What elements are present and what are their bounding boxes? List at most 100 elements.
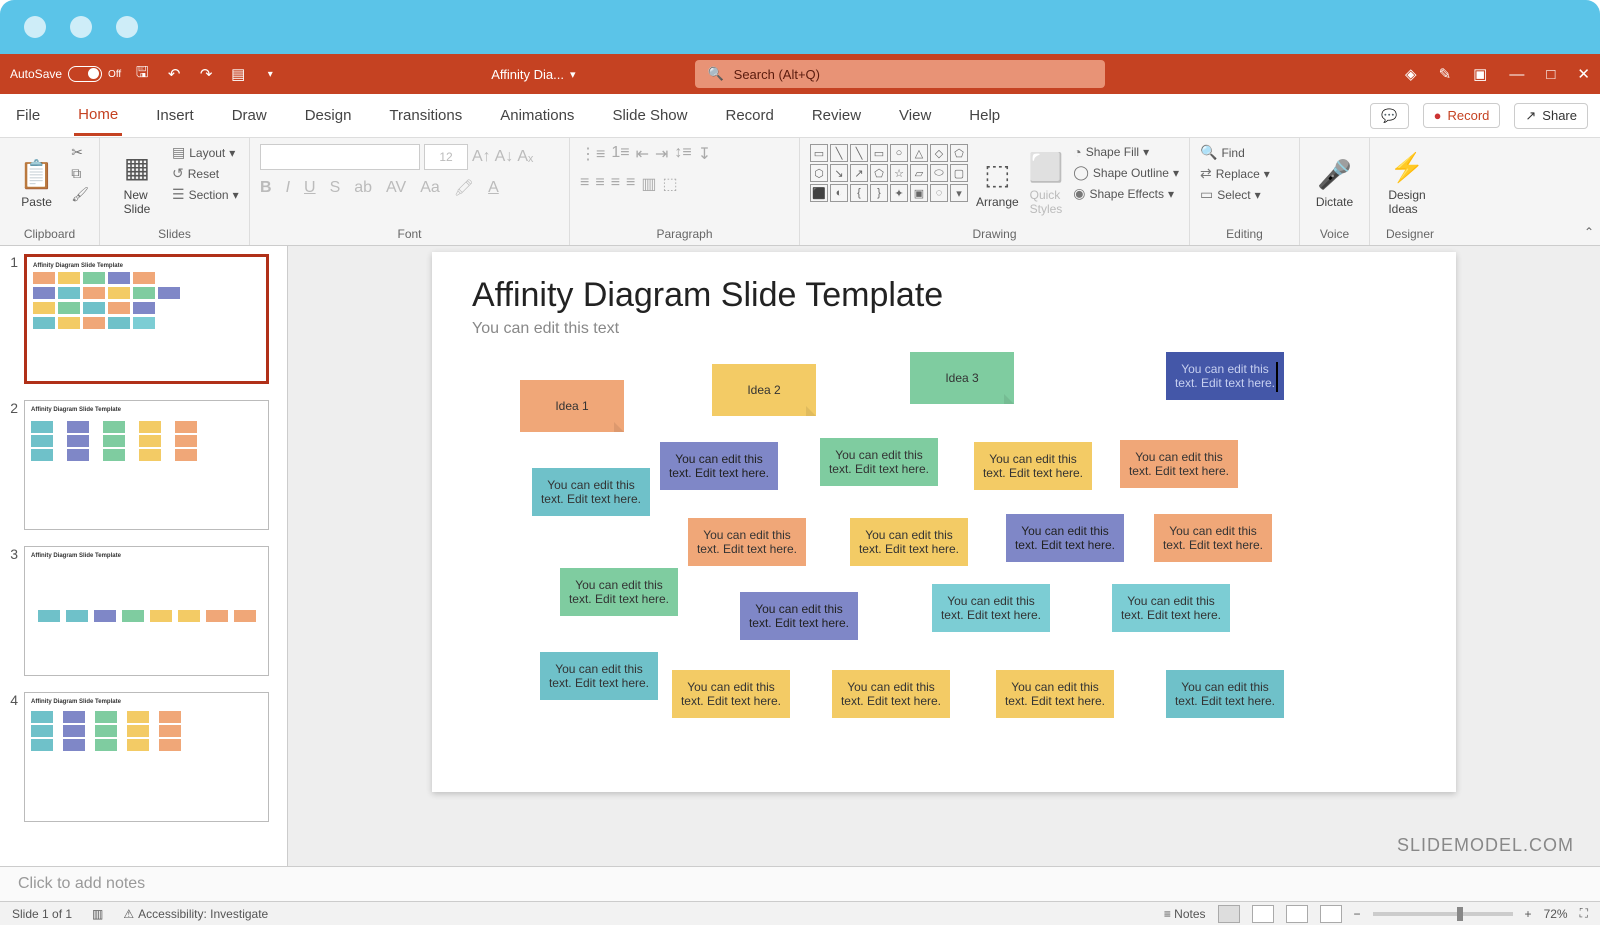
undo-icon[interactable]: ↶ <box>163 63 185 85</box>
sticky-note[interactable]: You can edit this text. Edit text here. <box>740 592 858 640</box>
zoom-in-button[interactable]: + <box>1525 907 1532 921</box>
zoom-out-button[interactable]: − <box>1354 907 1361 921</box>
sticky-note[interactable]: Idea 2 <box>712 364 816 416</box>
tab-insert[interactable]: Insert <box>152 97 198 134</box>
slide-canvas[interactable]: Affinity Diagram Slide Template You can … <box>432 252 1456 792</box>
line-spacing-button[interactable]: ↕≡ <box>674 144 691 164</box>
sticky-note[interactable]: You can edit this text. Edit text here. <box>1006 514 1124 562</box>
new-slide-button[interactable]: ▦New Slide <box>110 144 164 222</box>
tab-help[interactable]: Help <box>965 97 1004 134</box>
slide-thumbnails-pane[interactable]: 1 Affinity Diagram Slide Template 2 Affi… <box>0 246 288 866</box>
share-button[interactable]: ↗Share <box>1514 103 1588 129</box>
spacing-button[interactable]: AV <box>386 179 406 197</box>
font-size-input[interactable]: 12 <box>424 144 468 170</box>
select-button[interactable]: ▭Select ▾ <box>1200 186 1270 203</box>
align-right-button[interactable]: ≡ <box>611 174 620 194</box>
slideshow-view-button[interactable] <box>1320 905 1342 923</box>
comments-button[interactable]: 💬 <box>1370 103 1408 129</box>
arrange-button[interactable]: ⬚Arrange <box>976 144 1019 222</box>
slide-title[interactable]: Affinity Diagram Slide Template <box>472 276 943 315</box>
sticky-note[interactable]: You can edit this text. Edit text here. <box>832 670 950 718</box>
sticky-note[interactable]: You can edit this text. Edit text here. <box>1166 352 1284 400</box>
paste-button[interactable]: 📋Paste <box>10 144 63 222</box>
record-button[interactable]: ●Record <box>1423 103 1501 128</box>
cut-button[interactable]: ✂ <box>71 144 89 161</box>
minimize-icon[interactable]: — <box>1509 66 1524 83</box>
decrease-font-icon[interactable]: A↓ <box>495 148 514 166</box>
zoom-level[interactable]: 72% <box>1544 907 1568 921</box>
present-icon[interactable]: ▤ <box>227 63 249 85</box>
align-left-button[interactable]: ≡ <box>580 174 589 194</box>
slide-editor[interactable]: Affinity Diagram Slide Template You can … <box>288 246 1600 866</box>
maximize-icon[interactable]: □ <box>1546 66 1555 83</box>
indent-left-button[interactable]: ⇤ <box>636 144 649 164</box>
highlight-button[interactable]: 🖍 <box>454 178 474 198</box>
font-color-button[interactable]: A <box>488 179 499 197</box>
document-title[interactable]: Affinity Dia... ▾ <box>491 67 575 82</box>
sticky-note[interactable]: You can edit this text. Edit text here. <box>660 442 778 490</box>
save-icon[interactable]: 🖫 <box>131 63 153 85</box>
numbering-button[interactable]: 1≡ <box>611 144 629 164</box>
traffic-light-zoom[interactable] <box>116 16 138 38</box>
sticky-note[interactable]: You can edit this text. Edit text here. <box>532 468 650 516</box>
qat-more-icon[interactable]: ▾ <box>259 63 281 85</box>
section-button[interactable]: ☰Section ▾ <box>172 186 239 203</box>
quick-styles-button[interactable]: ⬜Quick Styles <box>1027 144 1066 222</box>
tab-design[interactable]: Design <box>301 97 356 134</box>
slide-thumbnail-4[interactable]: Affinity Diagram Slide Template <box>24 692 269 822</box>
redo-icon[interactable]: ↷ <box>195 63 217 85</box>
sticky-note[interactable]: You can edit this text. Edit text here. <box>1154 514 1272 562</box>
pen-icon[interactable]: ✎ <box>1439 65 1452 83</box>
format-painter-button[interactable]: 🖌 <box>71 186 89 203</box>
dictate-button[interactable]: 🎤Dictate <box>1310 144 1359 222</box>
slide-thumbnail-2[interactable]: Affinity Diagram Slide Template <box>24 400 269 530</box>
sticky-note[interactable]: You can edit this text. Edit text here. <box>932 584 1050 632</box>
indent-right-button[interactable]: ⇥ <box>655 144 668 164</box>
collapse-ribbon-icon[interactable]: ⌃ <box>1584 225 1594 239</box>
sticky-note[interactable]: Idea 1 <box>520 380 624 432</box>
sticky-note[interactable]: You can edit this text. Edit text here. <box>1120 440 1238 488</box>
smartart-button[interactable]: ⬚ <box>663 174 678 194</box>
normal-view-button[interactable] <box>1218 905 1240 923</box>
tab-slideshow[interactable]: Slide Show <box>608 97 691 134</box>
text-direction-button[interactable]: ↧ <box>698 144 711 164</box>
columns-button[interactable]: ▥ <box>641 174 656 194</box>
traffic-light-close[interactable] <box>24 16 46 38</box>
slide-thumbnail-1[interactable]: Affinity Diagram Slide Template <box>24 254 269 384</box>
fit-to-window-button[interactable]: ⛶ <box>1580 906 1588 921</box>
accessibility-status[interactable]: ⚠Accessibility: Investigate <box>123 907 268 921</box>
notes-toggle[interactable]: ≡ Notes <box>1164 907 1206 921</box>
bold-button[interactable]: B <box>260 179 272 197</box>
shape-effects-button[interactable]: ◉Shape Effects ▾ <box>1073 185 1179 202</box>
sticky-note[interactable]: You can edit this text. Edit text here. <box>974 442 1092 490</box>
sticky-note[interactable]: You can edit this text. Edit text here. <box>688 518 806 566</box>
sticky-note[interactable]: You can edit this text. Edit text here. <box>850 518 968 566</box>
tab-file[interactable]: File <box>12 97 44 134</box>
tab-draw[interactable]: Draw <box>228 97 271 134</box>
shapes-gallery[interactable]: ▭╲╲▭○△◇⬠ ⬡↘↗⬠☆▱⬭▢ ⬛◐{}✦▣◌▾ <box>810 144 968 202</box>
increase-font-icon[interactable]: A↑ <box>472 148 491 166</box>
copy-button[interactable]: ⧉ <box>71 165 89 182</box>
design-ideas-button[interactable]: ⚡Design Ideas <box>1380 144 1434 222</box>
sticky-note[interactable]: You can edit this text. Edit text here. <box>820 438 938 486</box>
notes-pane[interactable]: Click to add notes <box>0 866 1600 901</box>
underline-button[interactable]: U <box>304 179 316 197</box>
sticky-note[interactable]: You can edit this text. Edit text here. <box>1112 584 1230 632</box>
slide-thumbnail-3[interactable]: Affinity Diagram Slide Template <box>24 546 269 676</box>
find-button[interactable]: 🔍Find <box>1200 144 1270 161</box>
sticky-note[interactable]: You can edit this text. Edit text here. <box>560 568 678 616</box>
shape-outline-button[interactable]: ◯Shape Outline ▾ <box>1073 164 1179 181</box>
tab-animations[interactable]: Animations <box>496 97 578 134</box>
reset-button[interactable]: ↺Reset <box>172 165 239 182</box>
close-icon[interactable]: ✕ <box>1577 65 1590 83</box>
zoom-slider[interactable] <box>1373 912 1513 916</box>
sticky-note[interactable]: You can edit this text. Edit text here. <box>540 652 658 700</box>
shadow-button[interactable]: ab <box>354 179 372 197</box>
traffic-light-minimize[interactable] <box>70 16 92 38</box>
language-icon[interactable]: ▥ <box>92 907 103 921</box>
tab-review[interactable]: Review <box>808 97 865 134</box>
shape-fill-button[interactable]: ◔Shape Fill ▾ <box>1073 144 1179 160</box>
autosave-toggle[interactable]: AutoSave Off <box>10 66 121 82</box>
tab-home[interactable]: Home <box>74 96 122 136</box>
justify-button[interactable]: ≡ <box>626 174 635 194</box>
